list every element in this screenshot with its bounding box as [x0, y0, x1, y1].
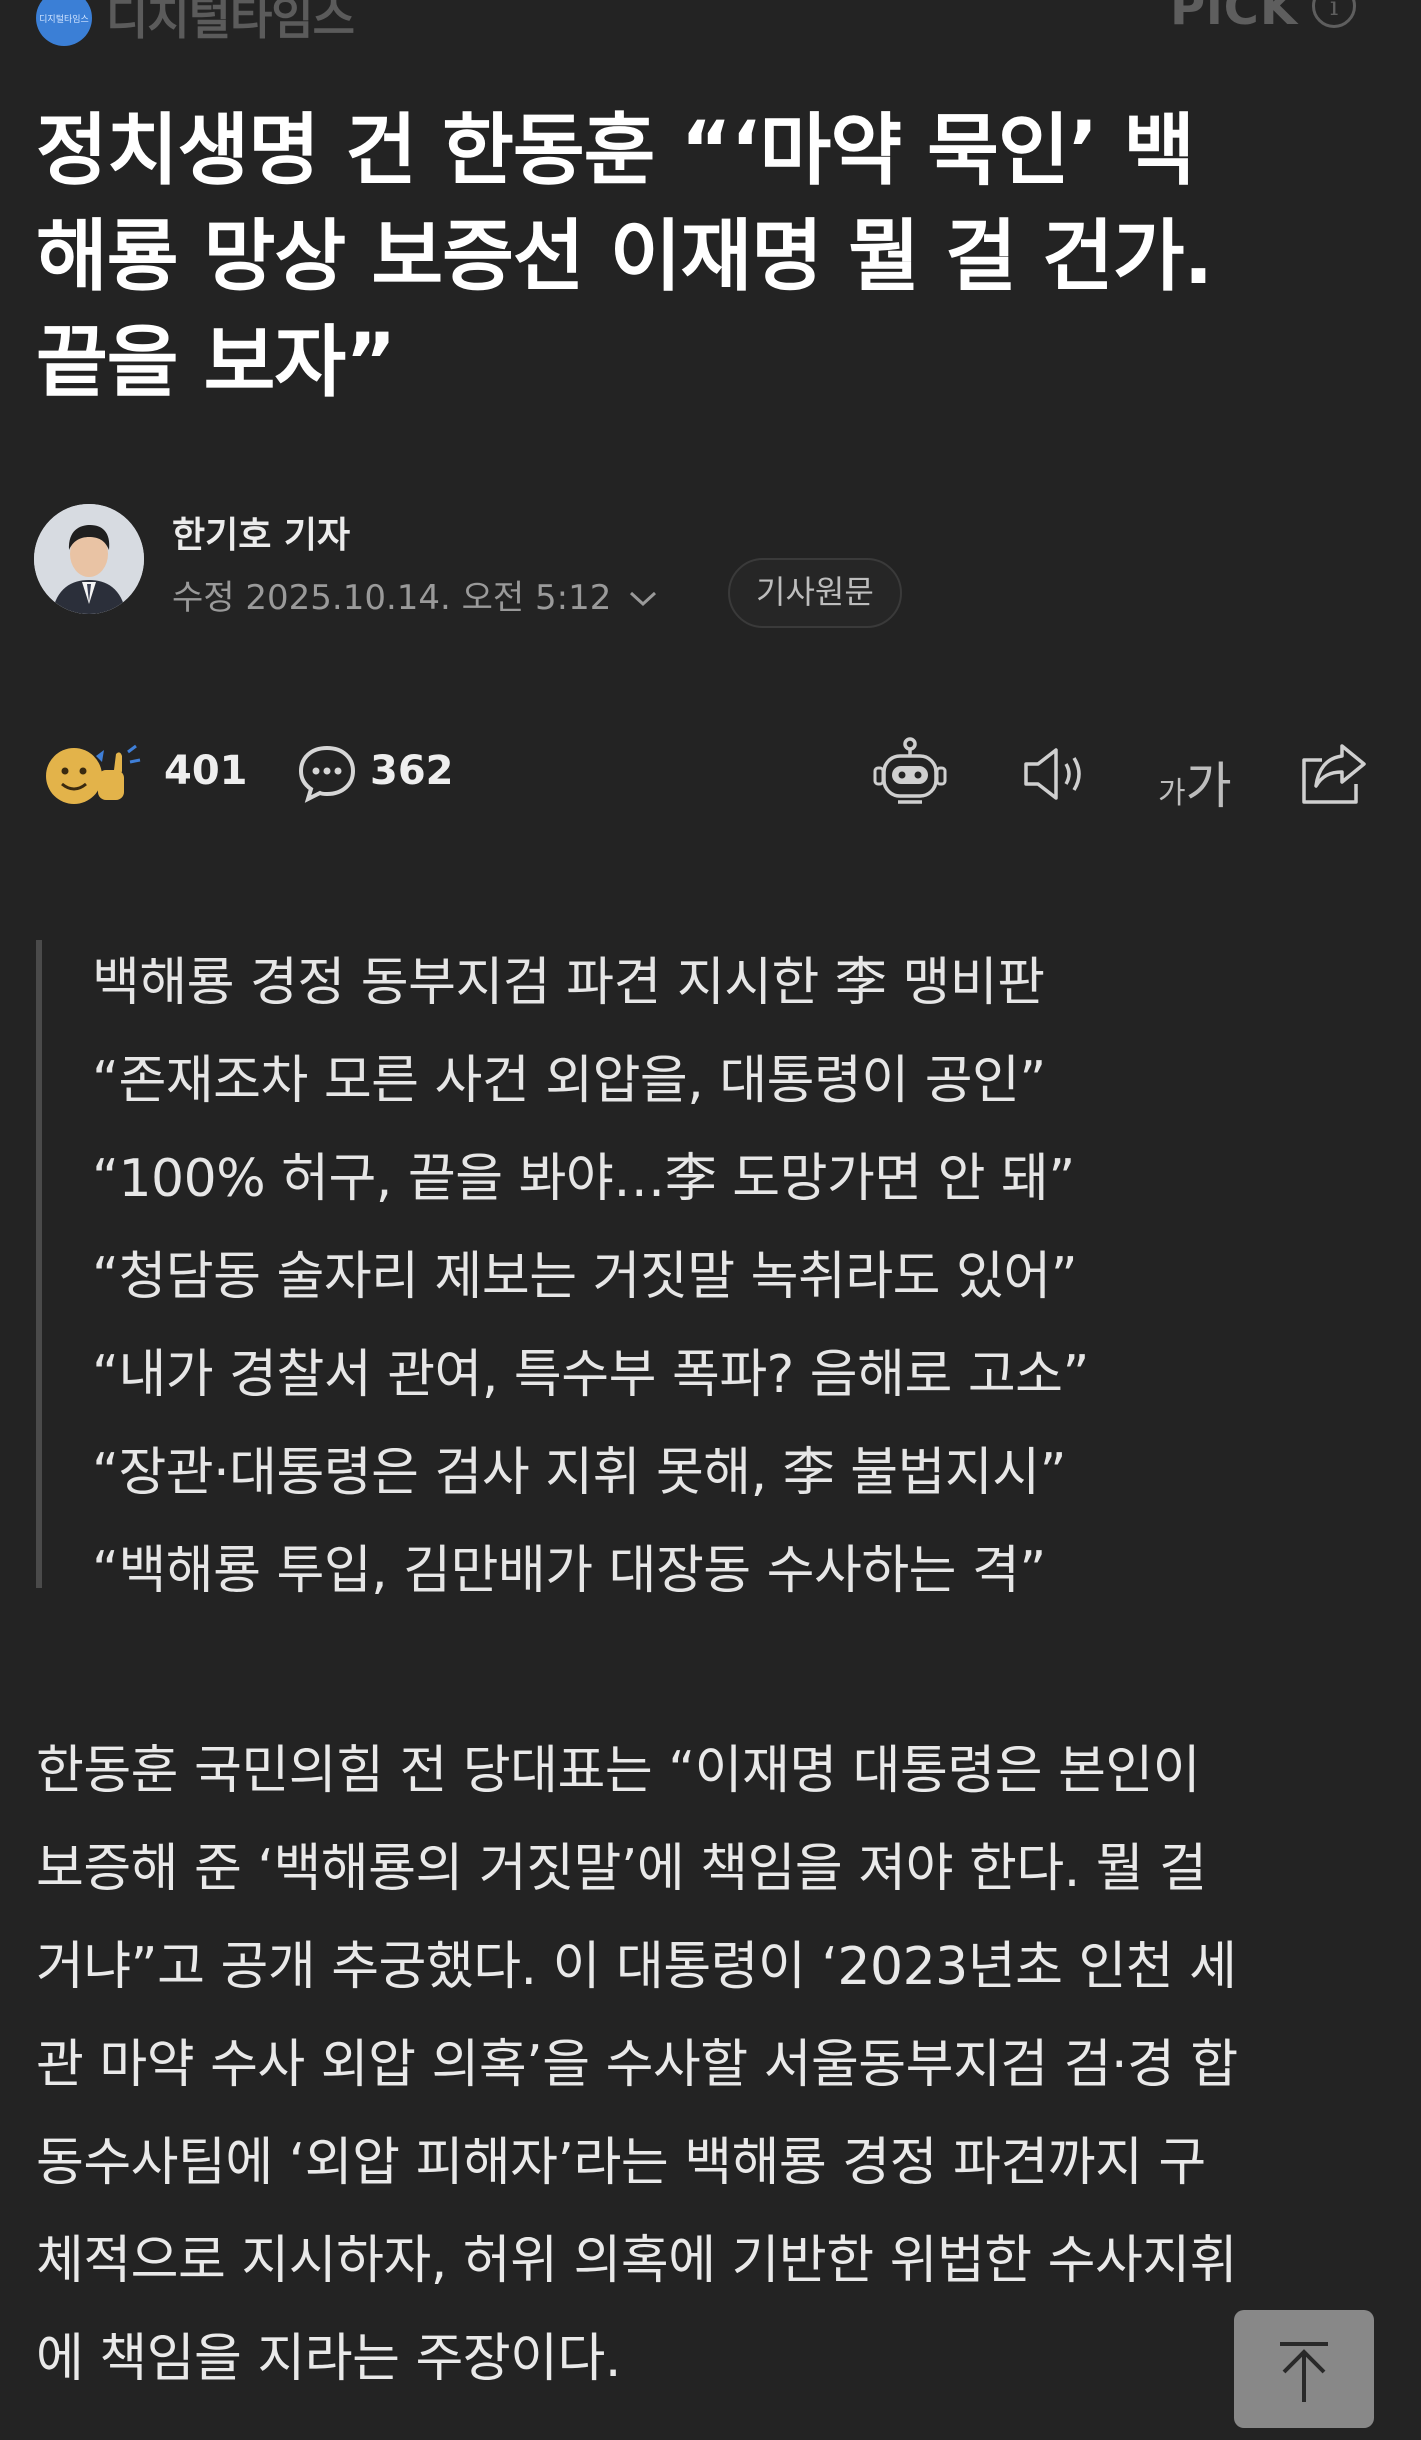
body-line: 동수사팀에 ‘외압 피해자’라는 백해룡 경정 파견까지 구: [36, 2133, 1206, 2193]
font-size-icon[interactable]: 가가: [1158, 746, 1232, 818]
summary-line: “백해룡 투입, 김만배가 대장동 수사하는 격”: [92, 1541, 1046, 1601]
chevron-down-icon[interactable]: [628, 578, 658, 618]
body-line: 체적으로 지시하자, 허위 의혹에 기반한 위법한 수사지휘: [36, 2231, 1238, 2291]
press-logo-text: 디지털타임스: [39, 15, 89, 25]
comment-count[interactable]: 362: [370, 748, 454, 794]
summary-line: “100% 허구, 끝을 봐야…李 도망가면 안 돼”: [92, 1149, 1075, 1209]
body-line: 에 책임을 지라는 주장이다.: [36, 2329, 621, 2389]
press-bar: 디지털타임스 디지털타임스 PiCK i: [0, 0, 1421, 48]
reaction-count: 401: [164, 748, 248, 794]
headline-line: 정치생명 건 한동훈 “‘마약 묵인’ 백: [36, 106, 1195, 196]
press-logo[interactable]: 디지털타임스: [36, 0, 92, 46]
summary-line: “청담동 술자리 제보는 거짓말 녹취라도 있어”: [92, 1247, 1078, 1307]
arrow-up-icon: [1280, 2342, 1328, 2402]
article-body: 한동훈 국민의힘 전 당대표는 “이재명 대통령은 본인이 보증해 준 ‘백해룡…: [36, 1722, 1406, 2408]
summary-line: “존재조차 모른 사건 외압을, 대통령이 공인”: [92, 1051, 1046, 1111]
article-summary: 백해룡 경정 동부지검 파견 지시한 李 맹비판 “존재조차 모른 사건 외압을…: [36, 940, 1242, 1601]
author-name[interactable]: 한기호 기자: [172, 506, 350, 558]
pick-label: PiCK: [1170, 0, 1299, 36]
body-line: 관 마약 수사 외압 의혹’을 수사할 서울동부지검 검·경 합: [36, 2035, 1238, 2095]
summary-line: 백해룡 경정 동부지검 파견 지시한 李 맹비판: [92, 953, 1045, 1013]
speaker-icon[interactable]: [1016, 736, 1092, 812]
summary-line: “장관·대통령은 검사 지휘 못해, 李 불법지시”: [92, 1443, 1067, 1503]
font-size-small-glyph: 가: [1158, 776, 1186, 811]
summary-line: “내가 경찰서 관여, 특수부 폭파? 음해로 고소”: [92, 1345, 1089, 1405]
headline-line: 해룡 망상 보증선 이재명 뭘 걸 건가.: [36, 212, 1213, 302]
share-icon[interactable]: [1296, 736, 1372, 812]
body-line: 보증해 준 ‘백해룡의 거짓말’에 책임을 져야 한다. 뭘 걸: [36, 1839, 1207, 1899]
modified-date-text: 수정 2025.10.14. 오전 5:12: [172, 578, 612, 618]
font-size-large-glyph: 가: [1185, 757, 1232, 815]
article-headline: 정치생명 건 한동훈 “‘마약 묵인’ 백 해룡 망상 보증선 이재명 뭘 걸 …: [36, 98, 1396, 416]
avatar-photo: [34, 504, 144, 614]
article-page: 디지털타임스 디지털타임스 PiCK i 정치생명 건 한동훈 “‘마약 묵인’…: [0, 0, 1421, 2440]
modified-date[interactable]: 수정 2025.10.14. 오전 5:12: [172, 570, 658, 619]
body-line: 한동훈 국민의힘 전 당대표는 “이재명 대통령은 본인이: [36, 1741, 1201, 1801]
author-avatar[interactable]: [34, 504, 144, 614]
reaction-emoji-icon[interactable]: [40, 740, 144, 808]
info-icon[interactable]: i: [1312, 0, 1356, 28]
robot-summary-icon[interactable]: [872, 736, 948, 812]
headline-line: 끝을 보자”: [36, 318, 396, 408]
scroll-to-top-button[interactable]: [1234, 2310, 1374, 2428]
press-name[interactable]: 디지털타임스: [106, 0, 355, 48]
original-article-button[interactable]: 기사원문: [728, 558, 902, 628]
comment-icon[interactable]: [296, 742, 358, 804]
body-line: 거냐”고 공개 추궁했다. 이 대통령이 ‘2023년초 인천 세: [36, 1937, 1237, 1997]
